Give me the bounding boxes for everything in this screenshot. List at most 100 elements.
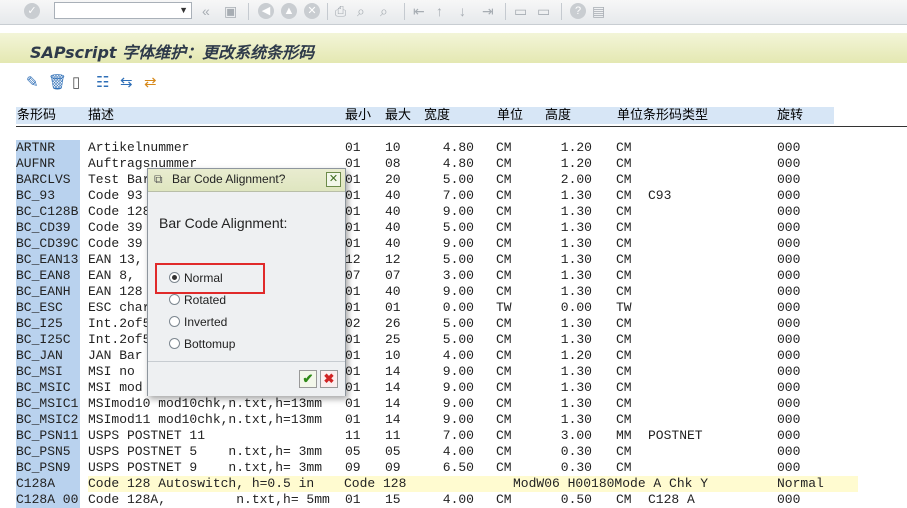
cell-uu: CM: [616, 172, 632, 187]
cancel-icon[interactable]: ✕: [304, 3, 320, 19]
table-row[interactable]: BC_CD39 Code 39 01 40 5.00 CM 1.30 CM 000: [0, 220, 907, 236]
table-row[interactable]: BC_JAN JAN Bar 01 10 4.00 CM 1.20 CM 000: [0, 348, 907, 364]
table-row[interactable]: BARCLVS Test Bar 01 20 5.00 CM 2.00 CM 000: [0, 172, 907, 188]
table-row[interactable]: BC_93 Code 93 01 40 7.00 CM 1.30 CM C93 000: [0, 188, 907, 204]
table-row[interactable]: BC_PSN9 USPS POSTNET 9 n.txt,h= 3mm 09 09 6.…: [0, 460, 907, 476]
command-field[interactable]: ▼: [54, 2, 192, 19]
cell-code[interactable]: C128A 00: [16, 492, 80, 508]
cell-rot: 000: [777, 188, 801, 203]
dialog-footer: ✔ ✖: [148, 361, 345, 396]
find-icon[interactable]: ⌕: [357, 3, 365, 19]
last-page-icon[interactable]: ⇥: [482, 3, 494, 19]
table-row[interactable]: BC_ESC ESC char 01 01 0.00 TW 0.00 TW 000: [0, 300, 907, 316]
cell-code[interactable]: BC_CD39: [16, 220, 80, 236]
print-icon[interactable]: ⎙: [335, 3, 346, 19]
cell-height: 0.50: [560, 492, 592, 507]
save-icon[interactable]: ▣: [224, 3, 237, 19]
cell-code[interactable]: ARTNR: [16, 140, 80, 156]
cell-desc: MSImod11 mod10chk,n.txt,h=13mm: [88, 412, 323, 427]
cell-height: 1.30: [560, 364, 592, 379]
cancel-button[interactable]: ✖: [320, 370, 338, 388]
cell-desc: USPS POSTNET 9 n.txt,h= 3mm: [88, 460, 323, 475]
table-row[interactable]: BC_CD39C Code 39 01 40 9.00 CM 1.30 CM 000: [0, 236, 907, 252]
find-next-icon[interactable]: ⌕: [380, 3, 388, 19]
cell-code[interactable]: BC_CD39C: [16, 236, 80, 252]
cell-width: 9.00: [442, 412, 474, 427]
cell-uu: CM: [616, 460, 632, 475]
table-row[interactable]: BC_C128B Code 128 01 40 9.00 CM 1.30 CM 000: [0, 204, 907, 220]
cell-code[interactable]: BC_C128B: [16, 204, 80, 220]
customize-icon[interactable]: ▤: [592, 3, 605, 19]
new-icon[interactable]: ▯: [72, 73, 80, 91]
table-row[interactable]: BC_MSI MSI no 01 14 9.00 CM 1.30 CM 000: [0, 364, 907, 380]
cell-height: 3.00: [560, 428, 592, 443]
cell-code[interactable]: BC_PSN5: [16, 444, 80, 460]
close-icon[interactable]: ✕: [326, 172, 341, 187]
shortcut-icon[interactable]: ▭: [537, 3, 550, 19]
delete-icon[interactable]: 🗑: [48, 73, 67, 91]
cell-code[interactable]: BC_EAN13: [16, 252, 80, 268]
cell-width: 5.00: [442, 316, 474, 331]
cell-code[interactable]: BC_PSN9: [16, 460, 80, 476]
table-row[interactable]: AUFNR Auftragsnummer 01 08 4.80 CM 1.20 CM 000: [0, 156, 907, 172]
cell-code[interactable]: BC_EANH: [16, 284, 80, 300]
cell-code[interactable]: BC_I25C: [16, 332, 80, 348]
radio-button[interactable]: [169, 338, 180, 349]
cell-code[interactable]: BC_EAN8: [16, 268, 80, 284]
table-row[interactable]: BC_MSIC1 MSImod10 mod10chk,n.txt,h=13mm 01…: [0, 396, 907, 412]
cell-unit: CM: [496, 492, 512, 507]
new-session-icon[interactable]: ▭: [514, 3, 527, 19]
back-arrows-icon[interactable]: «: [202, 3, 210, 19]
cell-uu: CM: [616, 252, 632, 267]
cancel-x-icon: ✖: [323, 371, 335, 386]
transport-icon[interactable]: ⇄: [144, 73, 157, 91]
cell-code[interactable]: BC_ESC: [16, 300, 80, 316]
cell-code[interactable]: BC_MSI: [16, 364, 80, 380]
cell-code[interactable]: BC_I25: [16, 316, 80, 332]
table-row[interactable]: BC_MSIC MSI mod 01 14 9.00 CM 1.30 CM 000: [0, 380, 907, 396]
cell-code[interactable]: BARCLVS: [16, 172, 80, 188]
radio-button[interactable]: [169, 294, 180, 305]
hierarchy-icon[interactable]: ⇆: [120, 73, 133, 91]
cell-min: 01: [345, 396, 361, 411]
back-icon[interactable]: ◀: [258, 3, 274, 19]
exit-icon[interactable]: ▲: [281, 3, 297, 19]
help-icon[interactable]: ?: [570, 3, 586, 19]
table-row[interactable]: C128A 00 Code 128A, n.txt,h= 5mm 01 15 4.00 C…: [0, 492, 907, 508]
list-icon[interactable]: ☷: [96, 73, 109, 91]
table-row[interactable]: BC_EAN13 EAN 13, 12 12 5.00 CM 1.30 CM 000: [0, 252, 907, 268]
cell-code[interactable]: C128A: [16, 476, 80, 492]
table-row[interactable]: BC_EANH EAN 128 01 40 9.00 CM 1.30 CM 000: [0, 284, 907, 300]
confirm-button[interactable]: ✔: [299, 370, 317, 388]
cell-code[interactable]: BC_JAN: [16, 348, 80, 364]
table-row[interactable]: BC_PSN11 USPS POSTNET 11 11 11 7.00 CM 3.00 MM P…: [0, 428, 907, 444]
table-row[interactable]: BC_EAN8 EAN 8, 07 07 3.00 CM 1.30 CM 000: [0, 268, 907, 284]
next-page-icon[interactable]: ↓: [459, 3, 466, 19]
radio-button[interactable]: [169, 272, 180, 283]
cell-code[interactable]: BC_MSIC: [16, 380, 80, 396]
radio-button[interactable]: [169, 316, 180, 327]
cell-uu: CM: [616, 140, 632, 155]
table-row[interactable]: ARTNR Artikelnummer 01 10 4.80 CM 1.20 CM 000: [0, 140, 907, 156]
cell-code[interactable]: AUFNR: [16, 156, 80, 172]
edit-icon[interactable]: ✎: [26, 73, 39, 91]
cell-height: 0.00: [560, 300, 592, 315]
table-row[interactable]: BC_PSN5 USPS POSTNET 5 n.txt,h= 3mm 05 05 4.…: [0, 444, 907, 460]
cell-min: 07: [345, 268, 361, 283]
table-row[interactable]: BC_I25 Int.2of5 02 26 5.00 CM 1.30 CM 000: [0, 316, 907, 332]
prev-page-icon[interactable]: ↑: [436, 3, 443, 19]
cell-uu: CM: [616, 380, 632, 395]
chevron-down-icon[interactable]: ▼: [179, 5, 188, 15]
cell-code[interactable]: BC_MSIC2: [16, 412, 80, 428]
cell-rot: 000: [777, 380, 801, 395]
first-page-icon[interactable]: ⇤: [413, 3, 425, 19]
cell-type: POSTNET: [648, 428, 703, 443]
cell-code[interactable]: BC_PSN11: [16, 428, 80, 444]
enter-icon[interactable]: ✓: [24, 3, 40, 19]
table-row[interactable]: BC_I25C Int.2of5 01 25 5.00 CM 1.30 CM 000: [0, 332, 907, 348]
cell-code[interactable]: BC_MSIC1: [16, 396, 80, 412]
table-row[interactable]: C128A Code 128 Autoswitch, h=0.5 in Code 1…: [0, 476, 907, 492]
header-height: 高度: [545, 108, 572, 123]
cell-code[interactable]: BC_93: [16, 188, 80, 204]
table-row[interactable]: BC_MSIC2 MSImod11 mod10chk,n.txt,h=13mm 01…: [0, 412, 907, 428]
